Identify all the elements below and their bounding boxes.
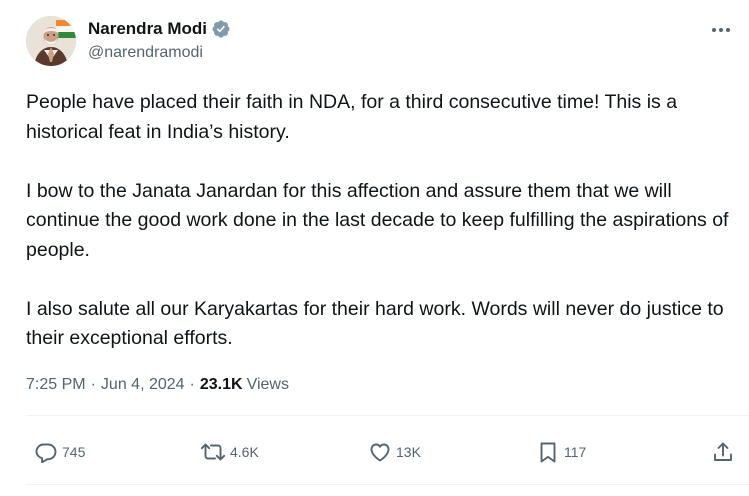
share-icon bbox=[711, 440, 735, 464]
reply-icon bbox=[34, 440, 58, 464]
divider bbox=[26, 415, 749, 416]
views-count[interactable]: 23.1K bbox=[200, 376, 243, 394]
tweet-paragraph: People have placed their faith in NDA, f… bbox=[26, 91, 678, 143]
divider bbox=[26, 484, 749, 485]
bookmark-icon bbox=[536, 440, 560, 464]
reply-count: 745 bbox=[62, 444, 86, 460]
author-handle[interactable]: @narendramodi bbox=[88, 44, 231, 62]
avatar[interactable] bbox=[26, 16, 76, 66]
retweet-icon bbox=[200, 440, 226, 464]
reply-button[interactable]: 745 bbox=[34, 432, 85, 472]
author-info: Narendra Modi @narendramodi bbox=[88, 17, 231, 62]
tweet-card: Narendra Modi @narendramodi People have … bbox=[0, 0, 749, 496]
tweet-time[interactable]: 7:25 PM bbox=[26, 376, 86, 394]
bookmark-count: 117 bbox=[564, 444, 587, 460]
meta-separator: · bbox=[189, 376, 195, 393]
verified-badge-icon[interactable] bbox=[211, 19, 231, 39]
like-icon bbox=[368, 440, 392, 464]
action-bar: 745 4.6K 13K 117 bbox=[26, 432, 735, 472]
meta-separator: · bbox=[90, 376, 96, 393]
tweet-paragraph: I bow to the Janata Janardan for this af… bbox=[26, 179, 729, 261]
tweet-date[interactable]: Jun 4, 2024 bbox=[101, 376, 185, 394]
tweet-meta: 7:25 PM · Jun 4, 2024 · 23.1K Views bbox=[26, 376, 289, 394]
tweet-header: Narendra Modi @narendramodi bbox=[26, 16, 735, 68]
retweet-button[interactable]: 4.6K bbox=[200, 432, 259, 472]
views-label: Views bbox=[246, 376, 289, 393]
name-row: Narendra Modi bbox=[88, 17, 231, 41]
share-button[interactable] bbox=[711, 432, 735, 472]
like-count: 13K bbox=[396, 444, 421, 460]
retweet-count: 4.6K bbox=[230, 444, 259, 460]
more-icon[interactable] bbox=[707, 20, 735, 40]
like-button[interactable]: 13K bbox=[368, 432, 421, 472]
tweet-text: People have placed their faith in NDA, f… bbox=[26, 88, 731, 354]
tweet-paragraph: I also salute all our Karyakartas for th… bbox=[26, 297, 724, 350]
author-display-name[interactable]: Narendra Modi bbox=[88, 19, 207, 39]
bookmark-button[interactable]: 117 bbox=[536, 432, 586, 472]
